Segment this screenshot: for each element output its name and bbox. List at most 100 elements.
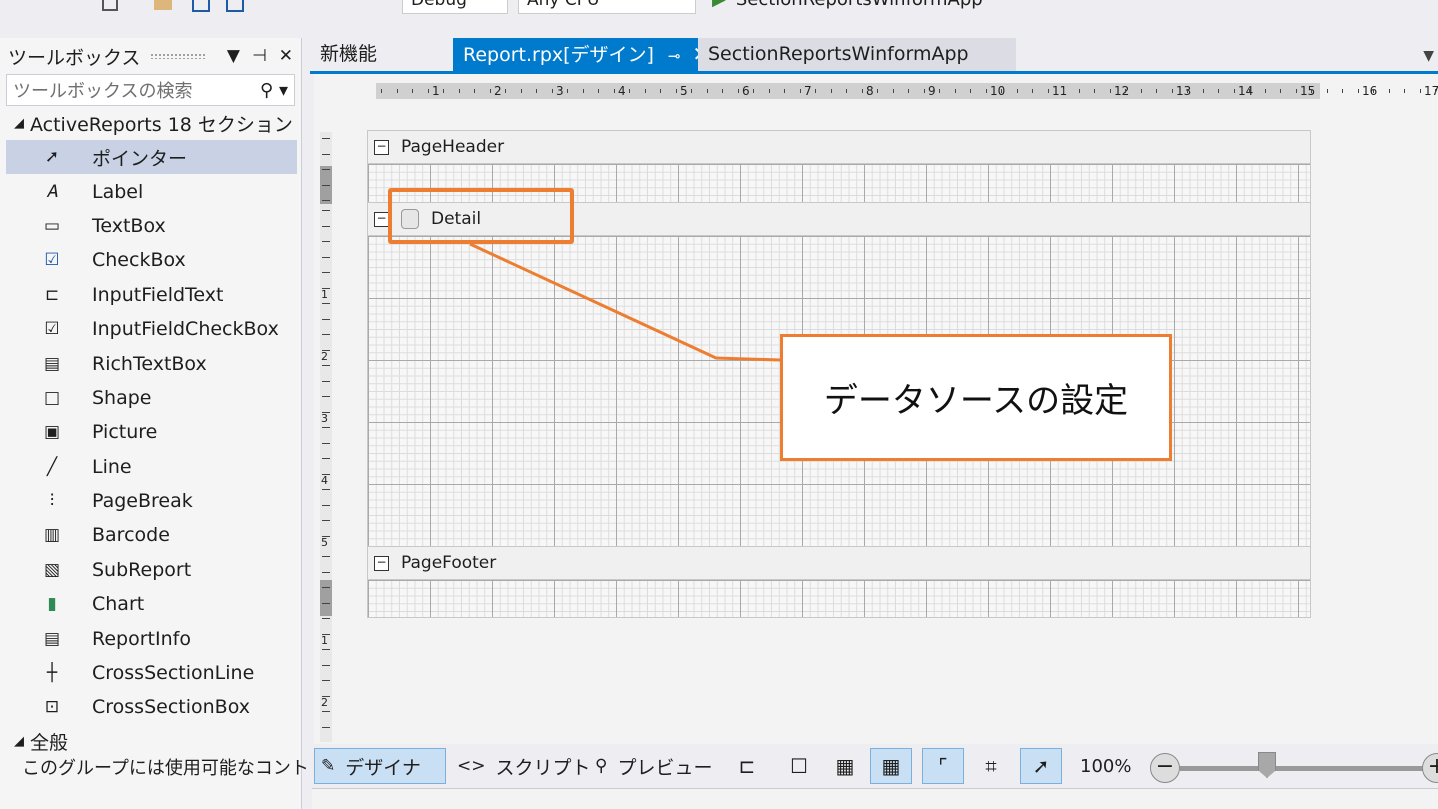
pointer-icon[interactable]: ➚ xyxy=(1020,748,1062,784)
config-combo[interactable]: Debug xyxy=(402,0,508,14)
crosssectionline-icon: ┼ xyxy=(46,663,58,684)
toolbox-item[interactable]: ╱ Line xyxy=(6,450,297,484)
ruler-tick xyxy=(322,458,330,459)
section-page-header[interactable]: − PageHeader xyxy=(367,130,1311,164)
collapse-icon[interactable]: − xyxy=(374,555,389,571)
toolbox-item[interactable]: ▮ Chart xyxy=(6,587,297,621)
platform-combo[interactable]: Any CPU xyxy=(518,0,696,14)
ruler-tick xyxy=(443,89,444,93)
toolbox-item-label: Line xyxy=(92,455,132,478)
ruler-tick xyxy=(1187,89,1188,93)
ruler-number: 8 xyxy=(866,84,874,98)
ruler-tick xyxy=(954,89,956,93)
vertical-ruler-header xyxy=(320,132,332,204)
tab-project[interactable]: SectionReportsWinformApp xyxy=(698,38,1016,72)
toolbox-item[interactable]: ➚ ポインター xyxy=(6,140,297,175)
drag-grip[interactable] xyxy=(150,53,205,59)
ruler-tick xyxy=(322,556,330,557)
toolbox-item[interactable]: ☑ InputFieldCheckBox xyxy=(6,312,297,346)
ruler-tick xyxy=(582,89,584,93)
ruler-tick xyxy=(629,89,630,93)
ruler-tick xyxy=(861,89,863,93)
ruler-tick xyxy=(322,184,330,186)
pencil-icon: ✎ xyxy=(321,756,336,776)
preview-tab-button[interactable]: ⚲ プレビュー xyxy=(588,748,718,784)
designer-tab-button[interactable]: ✎ デザイナ xyxy=(314,748,446,784)
ruler-tick xyxy=(1264,89,1266,93)
close-icon[interactable]: ✕ xyxy=(279,46,293,66)
zoom-out-button[interactable]: − xyxy=(1150,753,1180,783)
ruler-tick xyxy=(815,89,816,93)
dropdown-icon[interactable]: ▼ xyxy=(227,46,240,66)
grid-toggle-icon[interactable]: ▦ xyxy=(870,748,912,784)
toolbox-item-label: Chart xyxy=(92,593,145,616)
toolbox-item[interactable]: ┼ CrossSectionLine xyxy=(6,656,297,690)
pin-icon[interactable]: ⊸ xyxy=(668,47,681,65)
toolbox-item[interactable]: ▤ ReportInfo xyxy=(6,621,297,655)
fit-icon[interactable]: ⌗ xyxy=(970,748,1012,784)
open-folder-icon[interactable] xyxy=(152,0,174,14)
toolbox-panel: ツールボックス ▼ ⊣ ✕ ツールボックスの検索 ⚲ ▾ ◢ ActiveRep… xyxy=(0,38,302,809)
toolbox-search-input[interactable]: ツールボックスの検索 ⚲ ▾ xyxy=(6,74,295,106)
toolbox-item[interactable]: ⊏ InputFieldText xyxy=(6,278,297,312)
ruler-tick xyxy=(474,89,475,93)
ruler-tick xyxy=(1419,89,1421,93)
ruler-number: 14 xyxy=(1238,84,1254,98)
toolbox-item[interactable]: ▭ TextBox xyxy=(6,209,297,243)
new-item-icon[interactable] xyxy=(100,0,122,14)
dot-grid-icon[interactable]: ▦ xyxy=(824,748,866,784)
snap-lines-icon[interactable]: ⌜ xyxy=(922,748,964,784)
checkbox-icon: ☑ xyxy=(44,250,60,271)
toolbox-item[interactable]: ⫶ PageBreak xyxy=(6,484,297,518)
zoom-slider[interactable] xyxy=(1180,766,1424,771)
ruler-tick xyxy=(1125,89,1126,93)
section-page-footer[interactable]: − PageFooter xyxy=(367,546,1311,580)
ruler-tick xyxy=(322,256,330,258)
ruler-tick xyxy=(644,89,646,93)
zoom-in-button[interactable]: + xyxy=(1422,753,1438,783)
ruler-toggle-icon[interactable]: ⊏ xyxy=(726,748,768,784)
search-icon[interactable]: ⚲ ▾ xyxy=(260,80,288,101)
save-all-icon[interactable] xyxy=(224,0,246,14)
subreport-icon: ▧ xyxy=(43,559,61,580)
ruler-tick xyxy=(598,89,599,93)
ruler-number: 5 xyxy=(680,84,688,98)
empty-group-note: このグループには使用可能なコント xyxy=(22,758,309,779)
tab-new-features[interactable]: 新機能 xyxy=(310,38,452,72)
tab-overflow-icon[interactable]: ▼ xyxy=(1423,48,1434,64)
page-footer-grid[interactable] xyxy=(367,580,1311,618)
border-toggle-icon[interactable]: ☐ xyxy=(778,748,820,784)
toolbox-item[interactable]: ⊡ CrossSectionBox xyxy=(6,690,297,724)
toolbox-item[interactable]: 𝐴 Label xyxy=(6,174,297,208)
toolbox-item-label: Barcode xyxy=(92,524,170,547)
chart-icon: ▮ xyxy=(47,594,57,615)
run-target-label: SectionReportsWinformApp xyxy=(736,0,983,10)
zoom-slider-thumb[interactable] xyxy=(1258,752,1276,778)
collapse-icon[interactable]: − xyxy=(374,211,389,227)
toolbox-item[interactable]: ▤ RichTextBox xyxy=(6,346,297,380)
tab-report-design[interactable]: Report.rpx[デザイン]⊸✕ xyxy=(453,38,709,72)
toolbox-item[interactable]: ▥ Barcode xyxy=(6,518,297,552)
toolbox-item[interactable]: ▧ SubReport xyxy=(6,553,297,587)
ruler-number: 6 xyxy=(742,84,750,98)
toolbox-item[interactable]: □ Shape xyxy=(6,381,297,415)
ruler-tick xyxy=(427,89,429,93)
toolbox-item[interactable]: ☑ CheckBox xyxy=(6,243,297,277)
run-button[interactable]: ▶ SectionReportsWinformApp xyxy=(712,0,983,13)
magnifier-icon: ⚲ xyxy=(595,756,608,776)
ruler-tick xyxy=(322,380,330,382)
ruler-tick xyxy=(877,89,878,93)
ruler-tick xyxy=(1109,89,1111,93)
toolbox-group-activereports[interactable]: ◢ ActiveReports 18 セクション xyxy=(0,106,301,140)
ruler-tick xyxy=(322,138,330,139)
ruler-number: 2 xyxy=(494,84,502,98)
toolbox-item-label: TextBox xyxy=(92,214,166,237)
collapse-icon[interactable]: − xyxy=(374,139,389,155)
ruler-number: 1 xyxy=(321,634,328,647)
save-icon[interactable] xyxy=(190,0,212,14)
script-tab-button[interactable]: <> スクリプト xyxy=(450,748,591,784)
ruler-number: 1 xyxy=(321,288,328,301)
toolbox-item[interactable]: ▣ Picture xyxy=(6,415,297,449)
toolbox-items: ➚ ポインター 𝐴 Label ▭ TextBox ☑ CheckBox ⊏ InputField… xyxy=(0,140,301,725)
pin-icon[interactable]: ⊣ xyxy=(252,46,267,66)
